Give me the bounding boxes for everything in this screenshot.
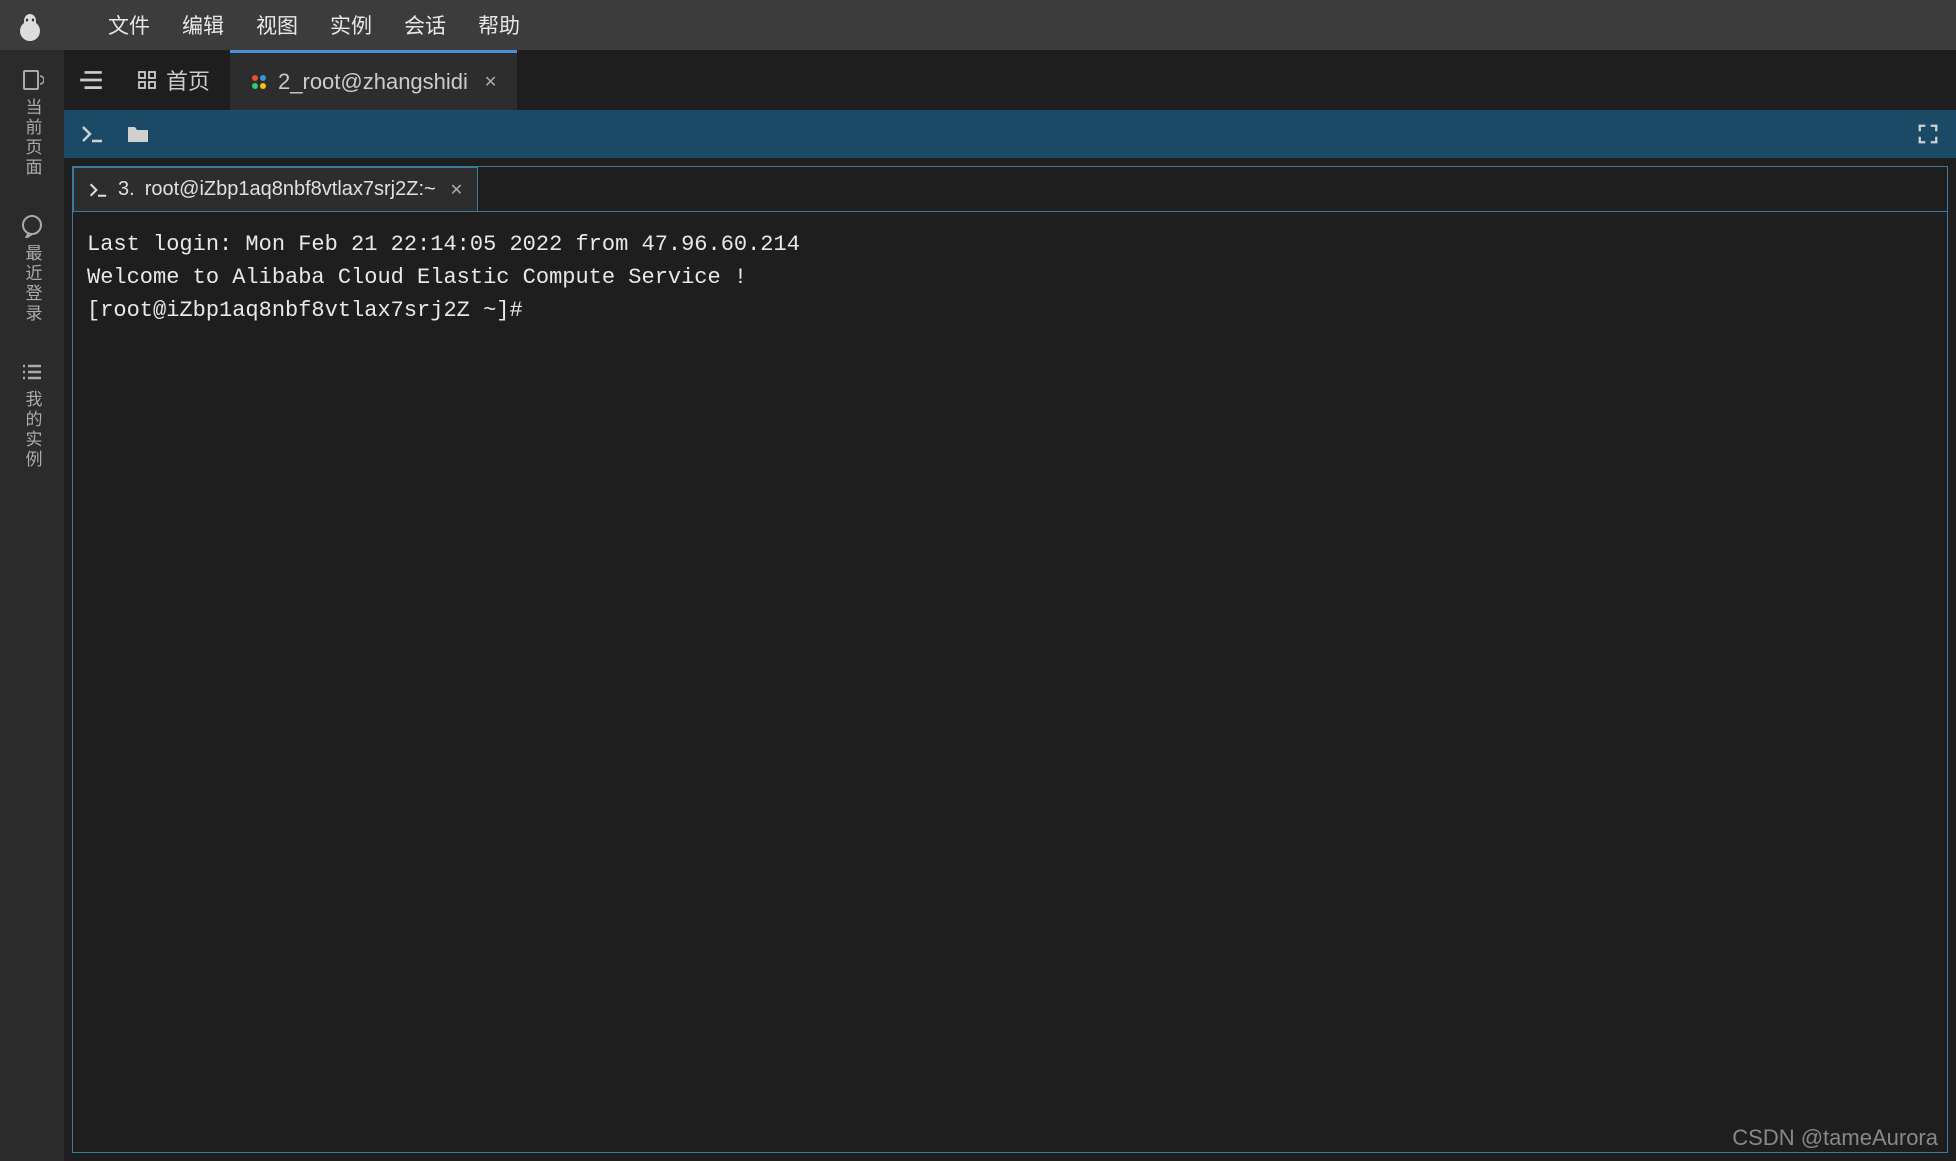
- watermark: CSDN @tameAurora: [1732, 1125, 1938, 1151]
- terminal-line: Last login: Mon Feb 21 22:14:05 2022 fro…: [87, 228, 1933, 261]
- top-tabs: 首页 2_root@zhangshidi ✕: [64, 50, 1956, 110]
- close-icon[interactable]: ✕: [484, 72, 497, 92]
- inner-terminal-tab[interactable]: 3. root@iZbp1aq8nbf8vtlax7srj2Z:~ ✕: [73, 167, 478, 211]
- menu-view[interactable]: 视图: [256, 10, 298, 40]
- inner-tab-number: 3.: [118, 178, 135, 201]
- menu-items: 文件 编辑 视图 实例 会话 帮助: [108, 10, 520, 40]
- terminal-line: Welcome to Alibaba Cloud Elastic Compute…: [87, 261, 1933, 294]
- left-sidebar: 当前页面 最近登录 我的实例: [0, 50, 64, 1161]
- sidebar-current-page[interactable]: 当前页面: [20, 68, 45, 178]
- folder-icon[interactable]: [126, 123, 150, 145]
- toolbar-left: [80, 123, 150, 145]
- menu-bar: 文件 编辑 视图 实例 会话 帮助: [0, 0, 1956, 50]
- linux-penguin-icon: [18, 13, 42, 37]
- fullscreen-icon[interactable]: [1916, 123, 1940, 145]
- tab-home[interactable]: 首页: [118, 50, 230, 110]
- hamburger-button[interactable]: [64, 50, 118, 110]
- tab-session-2[interactable]: 2_root@zhangshidi ✕: [230, 50, 517, 110]
- sidebar-recent-login[interactable]: 最近登录: [20, 214, 45, 324]
- list-icon: [20, 360, 44, 384]
- menu-help[interactable]: 帮助: [478, 10, 520, 40]
- sidebar-my-instances[interactable]: 我的实例: [20, 360, 45, 470]
- inner-tab-row: 3. root@iZbp1aq8nbf8vtlax7srj2Z:~ ✕: [72, 166, 1948, 211]
- menu-instance[interactable]: 实例: [330, 10, 372, 40]
- sidebar-label: 我的实例: [20, 390, 45, 470]
- terminal-prompt-icon: [88, 181, 108, 199]
- terminal-icon[interactable]: [80, 123, 104, 145]
- page-reload-icon: [20, 68, 44, 92]
- tab-label: 2_root@zhangshidi: [278, 69, 468, 95]
- grid-icon: [138, 71, 156, 89]
- close-icon[interactable]: ✕: [450, 180, 463, 200]
- toolbar: [64, 110, 1956, 158]
- main-area: 首页 2_root@zhangshidi ✕: [64, 50, 1956, 1161]
- menu-session[interactable]: 会话: [404, 10, 446, 40]
- tab-label: 首页: [166, 64, 210, 96]
- menu-edit[interactable]: 编辑: [182, 10, 224, 40]
- terminal-output[interactable]: Last login: Mon Feb 21 22:14:05 2022 fro…: [72, 211, 1948, 1153]
- terminal-prompt-line: [root@iZbp1aq8nbf8vtlax7srj2Z ~]#: [87, 294, 1933, 327]
- sidebar-label: 最近登录: [20, 244, 45, 324]
- chat-icon: [20, 214, 44, 238]
- sidebar-label: 当前页面: [20, 98, 45, 178]
- inner-tab-label: root@iZbp1aq8nbf8vtlax7srj2Z:~: [145, 178, 436, 201]
- color-dots-icon: [250, 73, 268, 91]
- menu-file[interactable]: 文件: [108, 10, 150, 40]
